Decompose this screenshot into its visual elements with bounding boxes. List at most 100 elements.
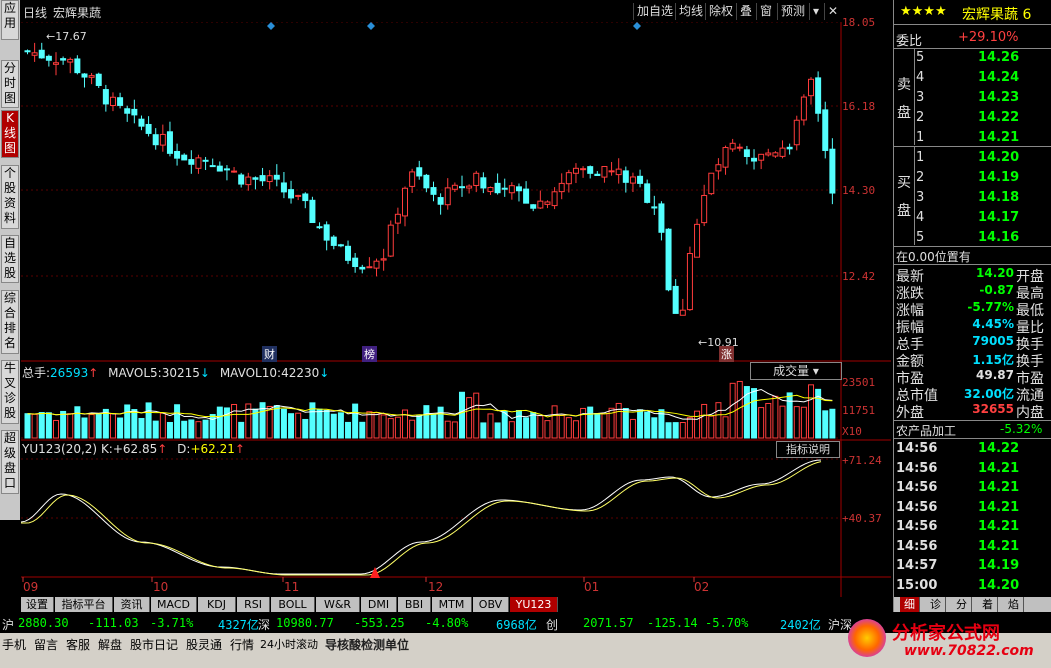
volume-bar [31,413,38,439]
indicator-select-dropdown[interactable]: 成交量 ▾ [750,362,842,380]
volume-bar [423,405,430,439]
tab-kline[interactable]: K线图 [1,110,19,158]
order-price[interactable]: 14.20 [978,150,1019,165]
window-button[interactable]: 窗 [756,3,775,20]
order-price[interactable]: 14.18 [978,190,1019,205]
panel-tab-flame[interactable]: 焰 [1004,597,1024,612]
volume-bar [580,407,587,439]
candle-body [359,266,366,270]
panel-tab-detail[interactable]: 细 [900,597,920,612]
close-icon[interactable]: ✕ [824,3,841,20]
volume-bar [152,420,159,439]
volume-bar [551,405,558,439]
taskbar-quote[interactable]: 行情 [230,636,254,653]
order-price[interactable]: 14.19 [978,170,1019,185]
volume-bar [295,412,302,439]
tab-ranking[interactable]: 综合排名 [1,290,19,354]
industry-label[interactable]: 农产品加工 [896,422,956,439]
volume-bar [508,421,515,439]
event-finance-badge[interactable]: 财 [262,346,277,362]
order-price[interactable]: 14.26 [978,50,1019,65]
tab-kdj[interactable]: KDJ [198,597,236,612]
tab-news[interactable]: 资讯 [114,597,150,612]
candle-body [772,152,779,157]
taskbar-analysis[interactable]: 解盘 [98,636,122,653]
event-list-badge[interactable]: 榜 [362,346,377,362]
tab-indicator-platform[interactable]: 指标平台 [55,597,113,612]
order-price[interactable]: 14.23 [978,90,1019,105]
tab-intraday[interactable]: 分时图 [1,60,19,108]
event-limit-up-badge[interactable]: 涨 [719,346,734,362]
order-level: 5 [916,50,925,65]
moving-average-button[interactable]: 均线 [675,3,706,20]
tab-boll[interactable]: BOLL [271,597,315,612]
candle-body [515,186,522,192]
volume-bar [288,413,295,439]
tab-dmi[interactable]: DMI [361,597,397,612]
tick-time: 14:56 [896,519,938,534]
chart-area [21,22,891,597]
tick-time: 14:56 [896,480,938,495]
tab-obv[interactable]: OBV [473,597,509,612]
taskbar-diary[interactable]: 股市日记 [130,636,178,653]
candle-body [743,149,750,157]
tab-bbi[interactable]: BBI [398,597,431,612]
stat-label: 外盘 [896,405,924,421]
volume-bar [337,412,344,439]
taskbar-mobile[interactable]: 手机 [2,636,26,653]
tab-wr[interactable]: W&R [316,597,360,612]
taskbar-service[interactable]: 客服 [66,636,90,653]
candle-body [423,174,430,189]
tab-apps[interactable]: 应用 [1,0,19,40]
tick-time: 14:56 [896,460,938,476]
candle-body [330,236,337,246]
period-label[interactable]: 日线 [23,4,47,21]
ex-rights-button[interactable]: 除权 [705,3,736,20]
tab-super-quote[interactable]: 超级盘口 [1,430,19,494]
divider [894,246,1051,247]
candle-body [238,174,245,185]
tab-yu123[interactable]: YU123 [510,597,558,612]
candle-body [466,185,473,189]
candle-body [394,213,401,224]
forecast-button[interactable]: 预测 [777,3,808,20]
tab-macd[interactable]: MACD [151,597,197,612]
tab-watchlist[interactable]: 自选股 [1,235,19,283]
tab-mtm[interactable]: MTM [432,597,472,612]
menu-arrow-icon[interactable]: ▾ [809,3,822,20]
tab-rsi[interactable]: RSI [237,597,270,612]
add-watchlist-button[interactable]: 加自选 [633,3,676,20]
volume-bar [95,413,102,439]
tab-settings[interactable]: 设置 [21,597,54,612]
tab-diagnosis[interactable]: 牛叉诊股 [1,360,19,424]
candle-body [544,201,551,205]
order-price[interactable]: 14.24 [978,70,1019,85]
volume-bar [473,392,480,439]
volume-bar [800,406,807,439]
volume-bar [273,405,280,439]
volume-bar [188,419,195,439]
taskbar-message[interactable]: 留言 [34,636,58,653]
order-price[interactable]: 14.16 [978,230,1019,245]
indicator-header: YU123(20,2) K:+62.85↑ D:+62.21↑ [22,442,245,456]
panel-tab-move[interactable]: 着 [978,597,998,612]
volume-bar [651,417,658,439]
order-price[interactable]: 14.21 [978,130,1019,145]
panel-tab-minute[interactable]: 分 [952,597,972,612]
weibi-value: +29.10% [958,30,1019,45]
order-price[interactable]: 14.22 [978,110,1019,125]
volume-bar [444,420,451,439]
volume-bar [323,409,330,439]
taskbar-24h-scroll[interactable]: 24小时滚动 [260,636,318,652]
panel-tab-diagnose[interactable]: 诊 [926,597,946,612]
overlay-button[interactable]: 叠 [736,3,755,20]
candlestick-series [24,42,836,316]
order-price[interactable]: 14.17 [978,210,1019,225]
candle-body [288,189,295,199]
volume-bar [45,412,52,439]
volume-bar [501,410,508,439]
taskbar-gulingtong[interactable]: 股灵通 [186,636,222,653]
news-ticker[interactable]: 导核酸检测单位 [325,636,409,653]
indicator-help-button[interactable]: 指标说明 [776,441,840,458]
tab-stock-info[interactable]: 个股资料 [1,165,19,229]
